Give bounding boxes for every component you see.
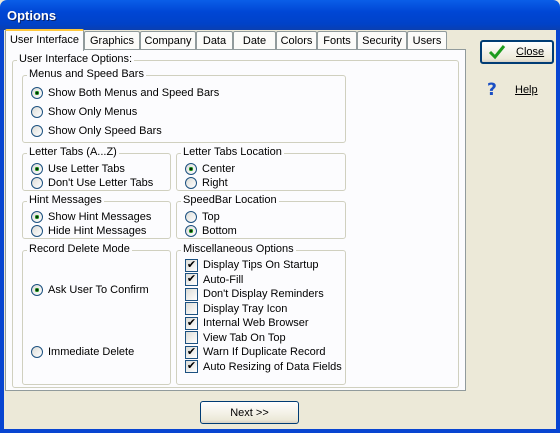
checkmark-icon — [488, 44, 506, 60]
radio-button[interactable] — [31, 177, 43, 189]
record-delete-mode-title: Record Delete Mode — [27, 243, 132, 255]
radio-button[interactable] — [185, 225, 197, 237]
checkbox-label: Internal Web Browser — [203, 317, 309, 329]
misc-option-row[interactable]: ✔ Auto Resizing of Data Fields — [185, 360, 342, 374]
checkbox[interactable] — [185, 287, 198, 301]
radio-label: Center — [202, 163, 236, 175]
radio-button[interactable] — [31, 225, 43, 237]
help-button[interactable]: ? Help — [480, 78, 554, 102]
radio-label: Show Both Menus and Speed Bars — [48, 87, 220, 99]
tab-users[interactable]: Users — [407, 31, 447, 50]
tab-colors[interactable]: Colors — [276, 31, 317, 50]
misc-option-row[interactable]: ✔ Auto-Fill — [185, 273, 243, 287]
close-label: Close — [516, 46, 545, 58]
radio-button[interactable] — [185, 211, 197, 223]
radio-button[interactable] — [31, 284, 43, 296]
tab-graphics[interactable]: Graphics — [84, 31, 140, 50]
window-title: Options — [7, 8, 57, 23]
radio-dont-use-letter-tabs[interactable]: Don't Use Letter Tabs — [31, 176, 153, 190]
misc-option-row[interactable]: Display Tray Icon — [185, 302, 287, 316]
miscellaneous-options-group: Miscellaneous Options ✔ Display Tips On S… — [176, 243, 346, 385]
misc-option-row[interactable]: ✔ Display Tips On Startup — [185, 258, 319, 272]
radio-button[interactable] — [31, 211, 43, 223]
miscellaneous-options-title: Miscellaneous Options — [181, 243, 296, 255]
letter-tabs-location-group: Letter Tabs Location Center Right — [176, 146, 346, 191]
question-mark-icon: ? — [487, 80, 497, 100]
radio-button[interactable] — [31, 163, 43, 175]
hint-messages-group: Hint Messages Show Hint Messages Hide Hi… — [22, 194, 171, 239]
radio-ask-user-to-confirm[interactable]: Ask User To Confirm — [31, 283, 149, 297]
misc-option-row[interactable]: View Tab On Top — [185, 331, 286, 345]
checkbox[interactable] — [185, 302, 198, 315]
radio-show-both[interactable]: Show Both Menus and Speed Bars — [31, 86, 219, 100]
user-interface-panel: User Interface Options: Menus and Speed … — [5, 49, 466, 391]
radio-label: Ask User To Confirm — [48, 284, 149, 296]
radio-label: Show Only Menus — [48, 106, 138, 118]
misc-option-row[interactable]: ✔ Warn If Duplicate Record — [185, 345, 325, 359]
checkbox-label: Display Tips On Startup — [203, 259, 319, 271]
title-bar: Options — [0, 0, 560, 30]
checkbox[interactable]: ✔ — [185, 316, 198, 330]
radio-hide-hint-messages[interactable]: Hide Hint Messages — [31, 224, 146, 238]
hint-messages-title: Hint Messages — [27, 194, 104, 206]
radio-show-hint-messages[interactable]: Show Hint Messages — [31, 210, 151, 224]
radio-right[interactable]: Right — [185, 176, 228, 190]
checkbox-label: Auto Resizing of Data Fields — [203, 360, 342, 373]
radio-label: Hide Hint Messages — [48, 225, 147, 237]
menus-speed-bars-title: Menus and Speed Bars — [27, 68, 146, 80]
next-button[interactable]: Next >> — [200, 401, 299, 424]
checkbox-label: Auto-Fill — [203, 273, 244, 286]
speedbar-location-title: SpeedBar Location — [181, 194, 279, 206]
checkbox-label: Don't Display Reminders — [203, 288, 324, 300]
checkbox[interactable]: ✔ — [185, 273, 198, 286]
radio-button[interactable] — [185, 163, 197, 175]
radio-button[interactable] — [185, 177, 197, 189]
checkbox[interactable]: ✔ — [185, 258, 198, 272]
radio-label: Use Letter Tabs — [48, 163, 125, 175]
checkbox-label: Warn If Duplicate Record — [203, 346, 326, 358]
tab-data[interactable]: Data — [196, 31, 233, 50]
close-button[interactable]: Close — [480, 40, 554, 64]
radio-label: Don't Use Letter Tabs — [48, 177, 154, 189]
radio-show-only-menus[interactable]: Show Only Menus — [31, 105, 137, 119]
radio-label: Immediate Delete — [48, 346, 135, 358]
radio-button[interactable] — [31, 87, 43, 99]
tab-fonts[interactable]: Fonts — [317, 31, 357, 50]
tab-security[interactable]: Security — [357, 31, 407, 50]
letter-tabs-location-title: Letter Tabs Location — [181, 146, 284, 158]
tab-company[interactable]: Company — [140, 31, 196, 50]
menus-speed-bars-group: Menus and Speed Bars Show Both Menus and… — [22, 68, 346, 143]
misc-option-row[interactable]: Don't Display Reminders — [185, 287, 324, 301]
radio-label: Right — [202, 177, 228, 189]
speedbar-location-group: SpeedBar Location Top Bottom — [176, 194, 346, 239]
user-interface-options-heading: User Interface Options: — [17, 53, 135, 65]
radio-immediate-delete[interactable]: Immediate Delete — [31, 345, 134, 359]
next-label: Next >> — [230, 406, 269, 419]
radio-bottom[interactable]: Bottom — [185, 224, 237, 238]
checkbox[interactable] — [185, 331, 198, 344]
radio-label: Show Only Speed Bars — [48, 125, 162, 137]
checkbox-label: Display Tray Icon — [203, 302, 288, 315]
radio-use-letter-tabs[interactable]: Use Letter Tabs — [31, 162, 125, 176]
misc-option-row[interactable]: ✔ Internal Web Browser — [185, 316, 309, 330]
radio-show-only-speed-bars[interactable]: Show Only Speed Bars — [31, 124, 162, 138]
checkbox-label: View Tab On Top — [203, 331, 286, 344]
checkbox[interactable]: ✔ — [185, 345, 198, 359]
radio-button[interactable] — [31, 106, 43, 118]
radio-label: Show Hint Messages — [48, 211, 152, 223]
radio-label: Bottom — [202, 225, 237, 237]
help-label: Help — [515, 84, 538, 96]
tab-date[interactable]: Date — [233, 31, 276, 50]
radio-center[interactable]: Center — [185, 162, 235, 176]
radio-label: Top — [202, 211, 220, 223]
checkbox[interactable]: ✔ — [185, 360, 198, 373]
tab-user-interface[interactable]: User Interface — [5, 29, 84, 51]
record-delete-mode-group: Record Delete Mode Ask User To Confirm I… — [22, 243, 171, 385]
radio-button[interactable] — [31, 125, 43, 137]
radio-top[interactable]: Top — [185, 210, 220, 224]
letter-tabs-title: Letter Tabs (A...Z) — [27, 146, 119, 158]
radio-button[interactable] — [31, 346, 43, 358]
letter-tabs-group: Letter Tabs (A...Z) Use Letter Tabs Don'… — [22, 146, 171, 191]
